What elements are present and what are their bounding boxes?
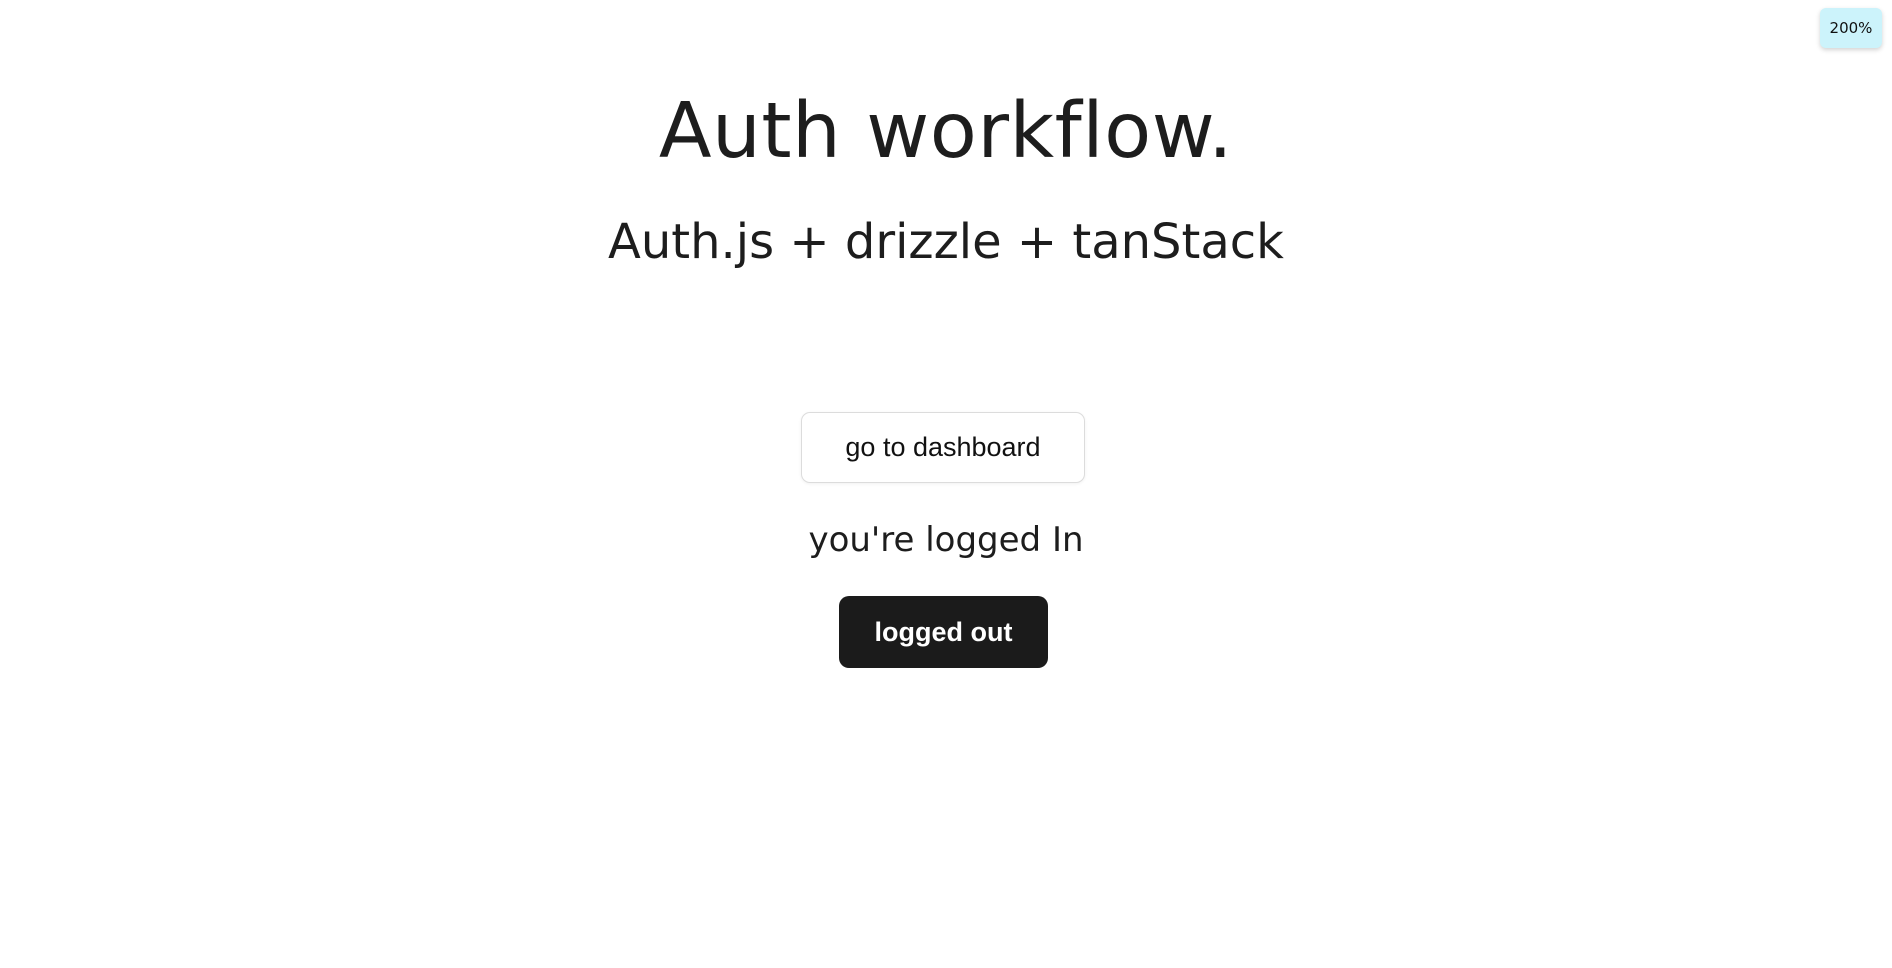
logout-button[interactable]: logged out [839, 596, 1048, 668]
login-status-text: you're logged In [808, 520, 1084, 560]
zoom-level-badge[interactable]: 200% [1820, 8, 1882, 48]
go-to-dashboard-button[interactable]: go to dashboard [801, 412, 1085, 483]
page-subtitle: Auth.js + drizzle + tanStack [608, 214, 1284, 270]
page-title: Auth workflow. [658, 87, 1234, 176]
page: 200% Auth workflow. Auth.js + drizzle + … [0, 0, 1892, 968]
